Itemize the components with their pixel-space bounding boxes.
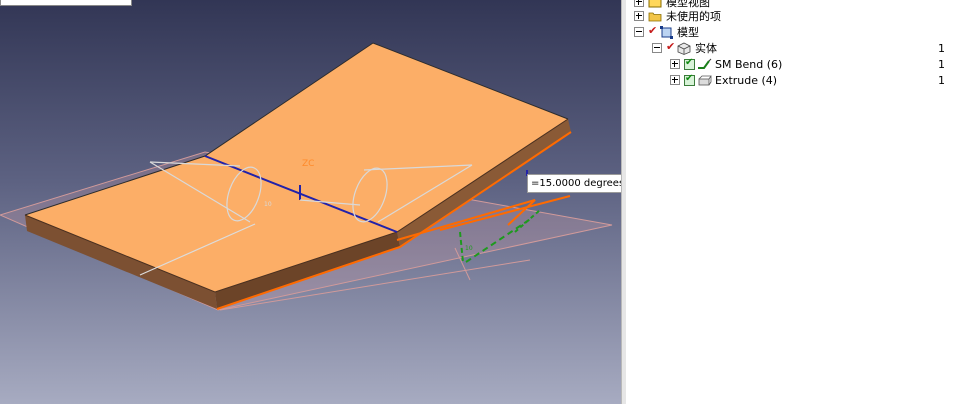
solid-body-icon (677, 42, 691, 55)
expand-icon[interactable] (670, 75, 680, 85)
zc-axis-label: ZC (302, 159, 314, 169)
expand-icon[interactable] (634, 11, 644, 21)
visibility-check-icon[interactable] (666, 40, 675, 53)
cone-label: 10 (264, 201, 272, 208)
expand-icon[interactable] (634, 0, 644, 7)
collapse-icon[interactable] (652, 43, 662, 53)
collapse-icon[interactable] (634, 27, 644, 37)
graphics-viewport[interactable]: ZC 10 10 =15.0000 degrees (0, 0, 621, 404)
extrude-icon (698, 75, 712, 85)
tree-item-label: Extrude (4) (715, 73, 778, 87)
expand-icon[interactable] (670, 59, 680, 69)
tree-item-extrude[interactable]: Extrude (4) (670, 72, 777, 88)
tree-item-label: 未使用的项 (666, 10, 721, 23)
tree-item-label: 模型 (677, 26, 699, 39)
model-icon (660, 25, 673, 39)
tree-item-body[interactable]: 实体 (652, 40, 717, 56)
tree-item-count: 1 (938, 58, 945, 71)
dimension-small-label: 10 (465, 245, 473, 252)
tree-item-unused[interactable]: 未使用的项 (634, 8, 721, 24)
tree-item-count: 1 (938, 42, 945, 55)
folder-icon (648, 12, 662, 21)
corner-dialog-fragment (0, 0, 132, 6)
tree-item-sm-bend[interactable]: SM Bend (6) (670, 56, 782, 72)
feature-check-icon[interactable] (684, 73, 695, 86)
dimension-value-input[interactable]: =15.0000 degrees (527, 174, 621, 193)
tree-item-label: SM Bend (6) (715, 57, 783, 71)
visibility-check-icon[interactable] (648, 24, 657, 37)
tree-item-count: 1 (938, 74, 945, 87)
part-navigator-tree: 模型视图 未使用的项 模型 实体 1 (626, 0, 956, 404)
tree-item-model[interactable]: 模型 (634, 24, 699, 40)
tree-item-label: 实体 (695, 42, 717, 55)
sm-bend-icon (698, 58, 712, 69)
feature-check-icon[interactable] (684, 57, 695, 70)
model-canvas[interactable]: ZC 10 10 (0, 0, 621, 404)
